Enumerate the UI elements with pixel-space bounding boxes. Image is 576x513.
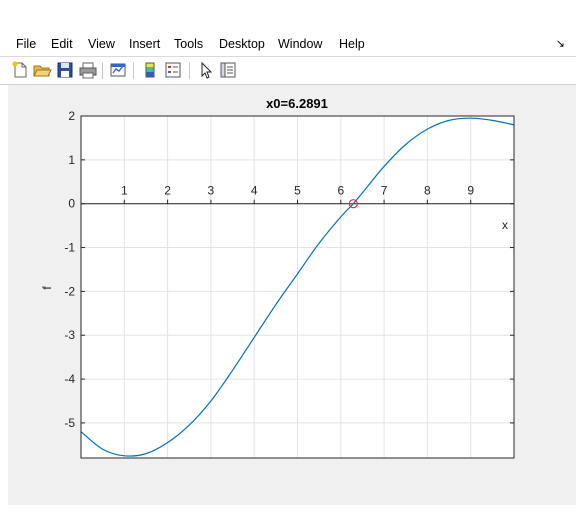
plot-canvas: 1 2 3 4 5 6 7 8 9 -5 -4 -3 -2 -1 0 1 2 x0=6.2891 x f <box>40 96 515 459</box>
y-tick-label: 0 <box>68 197 75 211</box>
y-tick-label: -3 <box>64 328 75 342</box>
y-tick-label: 2 <box>68 109 75 123</box>
y-tick-label: 1 <box>68 153 75 167</box>
x-tick-label: 9 <box>467 184 474 198</box>
x-tick-label: 7 <box>381 184 388 198</box>
x-tick-label: 1 <box>121 184 128 198</box>
y-tick-label: -4 <box>64 372 75 386</box>
y-tick-label: -5 <box>64 416 75 430</box>
y-axis-label: f <box>40 286 54 290</box>
x-axis-label: x <box>502 218 508 232</box>
x-tick-label: 4 <box>251 184 258 198</box>
x-tick-label: 2 <box>164 184 171 198</box>
x-tick-label: 5 <box>294 184 301 198</box>
x-tick-label: 6 <box>337 184 344 198</box>
y-tick-label: -1 <box>64 241 75 255</box>
y-tick-label: -2 <box>64 284 75 298</box>
x-tick-label: 3 <box>208 184 215 198</box>
chart-title: x0=6.2891 <box>266 96 328 111</box>
x-tick-label: 8 <box>424 184 431 198</box>
